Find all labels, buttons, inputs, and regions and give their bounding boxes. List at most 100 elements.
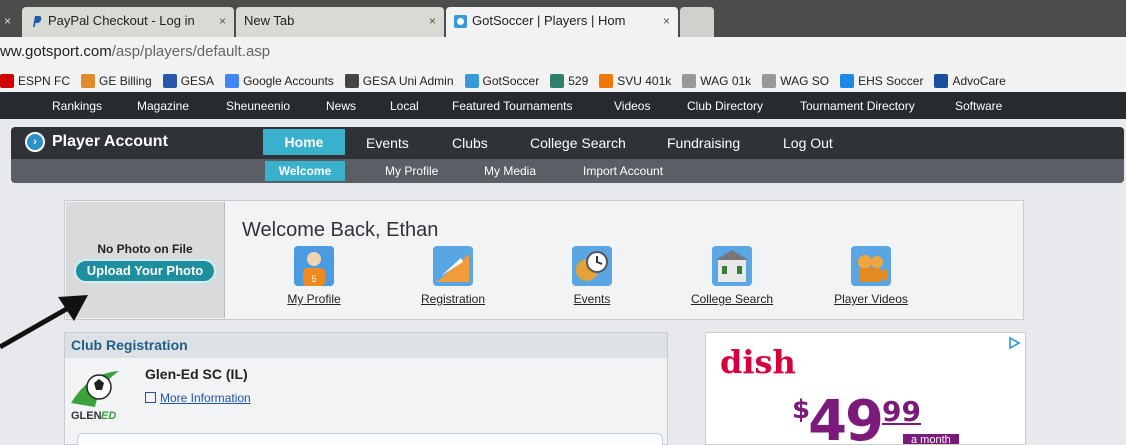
no-photo-label: No Photo on File <box>97 242 193 256</box>
quicklink-my-profile[interactable]: 5 My Profile <box>283 246 345 306</box>
new-tab-button[interactable] <box>680 7 714 37</box>
site-top-nav: Rankings Magazine Sheuneenio News Local Featu… <box>0 92 1126 119</box>
bookmark-item[interactable]: WAG SO <box>762 74 829 88</box>
bookmark-item[interactable]: GotSoccer <box>464 74 540 88</box>
tab-paypal[interactable]: PayPal Checkout - Log in × <box>22 7 234 37</box>
page-icon <box>762 74 777 88</box>
topnav-link[interactable]: Tournament Directory <box>800 99 915 113</box>
subnav-welcome[interactable]: Welcome <box>265 161 345 181</box>
topnav-link[interactable]: Club Directory <box>687 99 763 113</box>
more-information-label: More Information <box>160 391 251 405</box>
subnav-my-media[interactable]: My Media <box>484 161 536 181</box>
topnav-link[interactable]: Software <box>955 99 1002 113</box>
url-text[interactable]: ww.gotsport.com/asp/players/default.asp <box>0 43 270 60</box>
subnav-import-account[interactable]: Import Account <box>583 161 663 181</box>
quicklink-label: College Search <box>690 292 774 306</box>
topnav-link[interactable]: Videos <box>614 99 650 113</box>
player-account-label: Player Account <box>52 133 168 150</box>
bookmarks-bar: ESPN FC GE Billing GESA Google Accounts GESA… <box>0 70 1126 92</box>
player-sub-nav: Welcome My Profile My Media Import Accou… <box>11 159 1124 183</box>
close-icon[interactable]: × <box>4 7 11 35</box>
svg-text:5: 5 <box>311 274 316 284</box>
gotsoccer-icon <box>464 74 479 88</box>
topnav-link[interactable]: Magazine <box>137 99 189 113</box>
nav-college-search[interactable]: College Search <box>530 127 626 159</box>
upload-photo-button[interactable]: Upload Your Photo <box>74 259 216 283</box>
tab-title: PayPal Checkout - Log in <box>48 13 195 28</box>
nav-fundraising[interactable]: Fundraising <box>667 127 740 159</box>
video-camera-icon <box>851 246 891 286</box>
bookmark-label: GESA <box>180 74 215 88</box>
tab-gotsoccer[interactable]: GotSoccer | Players | Hom × <box>446 7 678 37</box>
adchoices-icon[interactable] <box>1007 336 1021 350</box>
more-information-link[interactable]: More Information <box>145 391 251 405</box>
quicklink-college-search[interactable]: College Search <box>687 246 777 306</box>
club-registration-panel: Club Registration GLEN ED Glen-Ed SC (IL… <box>64 332 668 445</box>
address-bar[interactable]: ww.gotsport.com/asp/players/default.asp <box>0 37 1126 71</box>
close-icon[interactable]: × <box>219 7 226 35</box>
registration-icon <box>433 246 473 286</box>
quicklink-label: Events <box>573 292 611 306</box>
close-icon[interactable]: × <box>429 7 436 35</box>
espn-icon <box>0 74 14 88</box>
quicklink-label: Player Videos <box>834 292 908 306</box>
ad-per-month: a month <box>903 434 959 444</box>
club-registration-header: Club Registration <box>65 333 667 358</box>
welcome-panel: No Photo on File Upload Your Photo Welco… <box>64 200 1024 320</box>
browser-tab-strip: × PayPal Checkout - Log in × New Tab × G… <box>0 0 1126 37</box>
nav-events[interactable]: Events <box>366 127 409 159</box>
arrow-right-icon: › <box>25 132 45 152</box>
bookmark-item[interactable]: 529 <box>550 74 588 88</box>
bookmark-item[interactable]: Google Accounts <box>225 74 334 88</box>
bookmark-item[interactable]: AdvoCare <box>934 74 1006 88</box>
advocare-icon <box>934 74 949 88</box>
bookmark-label: EHS Soccer <box>858 74 924 88</box>
nav-clubs[interactable]: Clubs <box>452 127 488 159</box>
tab-title: GotSoccer | Players | Hom <box>472 13 626 28</box>
bookmark-item[interactable]: EHS Soccer <box>840 74 923 88</box>
url-path: /asp/players/default.asp <box>111 43 271 60</box>
bookmark-item[interactable]: GESA <box>162 74 215 88</box>
topnav-link[interactable]: Sheuneenio <box>226 99 290 113</box>
player-account-title: › Player Account <box>25 132 168 152</box>
tab-title: New Tab <box>244 13 295 28</box>
topnav-link[interactable]: News <box>326 99 356 113</box>
annotation-arrow-icon <box>0 295 88 350</box>
dish-advertisement[interactable]: dish $4999 a month <box>705 332 1026 445</box>
topnav-link[interactable]: Local <box>390 99 419 113</box>
topnav-link[interactable]: Rankings <box>52 99 102 113</box>
bookmark-label: GotSoccer <box>482 74 540 88</box>
ad-dollar: $ <box>792 395 810 425</box>
529-icon <box>550 74 565 88</box>
gotsoccer-page: Rankings Magazine Sheuneenio News Local Featu… <box>0 92 1126 445</box>
bookmark-label: Google Accounts <box>243 74 334 88</box>
screenshot-frame: × PayPal Checkout - Log in × New Tab × G… <box>0 0 1126 445</box>
nav-home[interactable]: Home <box>263 129 345 155</box>
svu-icon <box>599 74 614 88</box>
svg-text:GLEN: GLEN <box>71 410 102 422</box>
quicklink-events[interactable]: Events <box>572 246 612 306</box>
gesa-icon <box>162 74 177 88</box>
paypal-icon <box>33 16 42 27</box>
bookmark-label: ESPN FC <box>18 74 71 88</box>
topnav-link[interactable]: Featured Tournaments <box>452 99 573 113</box>
club-detail-box <box>77 433 663 445</box>
quicklink-registration[interactable]: Registration <box>417 246 489 306</box>
subnav-my-profile[interactable]: My Profile <box>385 161 438 181</box>
close-icon[interactable]: × <box>663 7 670 35</box>
bookmark-item[interactable]: WAG 01k <box>682 74 751 88</box>
bookmark-item[interactable]: GESA Uni Admin <box>344 74 454 88</box>
bookmark-item[interactable]: ESPN FC <box>0 74 70 88</box>
glen-ed-soccer-logo: GLEN ED <box>71 371 119 422</box>
bookmark-label: GESA Uni Admin <box>362 74 454 88</box>
ad-brand: dish <box>720 343 796 381</box>
profile-icon: 5 <box>294 246 334 286</box>
bookmark-label: WAG SO <box>780 74 830 88</box>
google-icon <box>225 74 240 88</box>
bookmark-item[interactable]: GE Billing <box>81 74 152 88</box>
quicklink-player-videos[interactable]: Player Videos <box>830 246 912 306</box>
tab-new-tab[interactable]: New Tab × <box>236 7 444 37</box>
college-icon <box>712 246 752 286</box>
nav-log-out[interactable]: Log Out <box>783 127 833 159</box>
bookmark-item[interactable]: SVU 401k <box>599 74 671 88</box>
